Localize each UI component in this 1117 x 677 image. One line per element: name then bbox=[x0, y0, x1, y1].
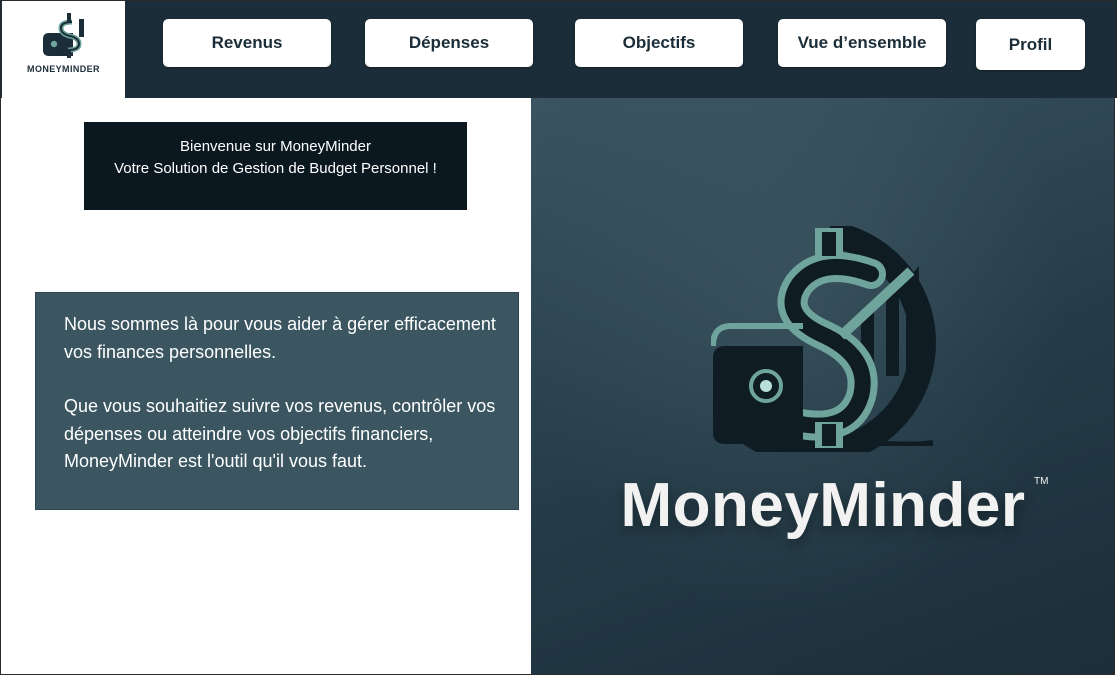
money-wallet-icon bbox=[43, 13, 84, 58]
nav-button-profil[interactable]: Profil bbox=[976, 19, 1085, 70]
nav-button-vue-ensemble[interactable]: Vue d’ensemble bbox=[778, 19, 946, 67]
info-panel: Nous sommes là pour vous aider à gérer e… bbox=[35, 292, 519, 510]
trademark-mark: TM bbox=[1034, 476, 1049, 487]
nav-button-objectifs[interactable]: Objectifs bbox=[575, 19, 743, 67]
welcome-title: Bienvenue sur MoneyMinder bbox=[180, 138, 371, 155]
info-paragraph-1: Nous sommes là pour vous aider à gérer e… bbox=[64, 314, 496, 362]
hero-banner: MoneyMinder TM bbox=[531, 98, 1115, 675]
logo-text: MONEYMINDER bbox=[27, 64, 100, 74]
welcome-banner: Bienvenue sur MoneyMinder Votre Solution… bbox=[84, 122, 467, 210]
nav-button-depenses[interactable]: Dépenses bbox=[365, 19, 533, 67]
logo[interactable]: MONEYMINDER bbox=[2, 0, 125, 99]
top-navbar: MONEYMINDER Revenus Dépenses Objectifs V… bbox=[0, 0, 1117, 99]
nav-button-revenus[interactable]: Revenus bbox=[163, 19, 331, 67]
info-paragraph-2: Que vous souhaitiez suivre vos revenus, … bbox=[64, 396, 496, 471]
hero-title: MoneyMinder bbox=[620, 471, 1026, 540]
money-wallet-emblem-icon bbox=[711, 226, 936, 452]
welcome-subtitle: Votre Solution de Gestion de Budget Pers… bbox=[114, 160, 437, 177]
